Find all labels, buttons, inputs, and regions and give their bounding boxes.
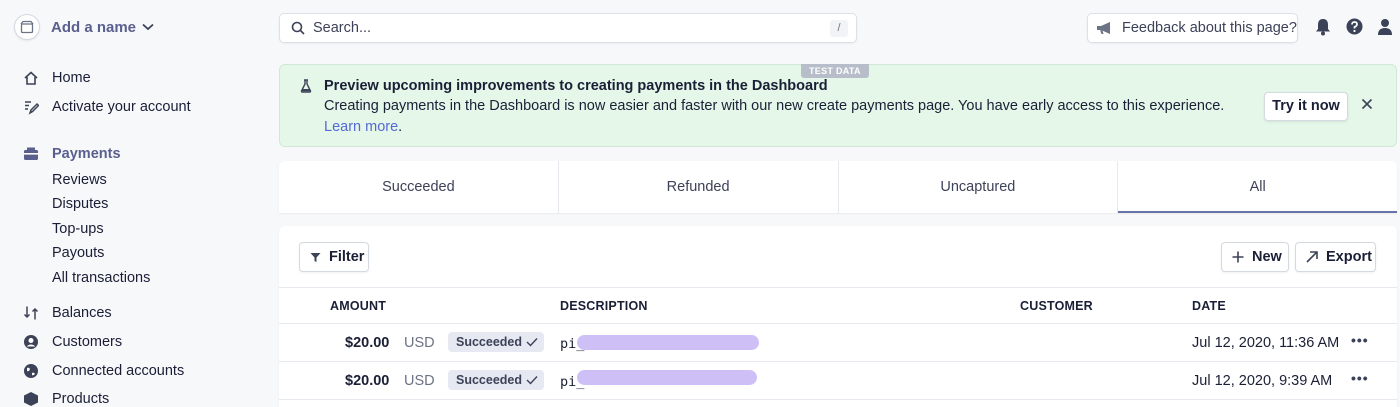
- feedback-label: Feedback about this page?: [1122, 20, 1297, 36]
- search-placeholder: Search...: [313, 20, 372, 36]
- status-badge: Succeeded: [448, 370, 545, 390]
- sidebar-item-products[interactable]: Products: [22, 390, 109, 407]
- balances-icon: [22, 304, 40, 322]
- banner-title: Preview upcoming improvements to creatin…: [324, 78, 828, 94]
- home-icon: [22, 69, 40, 87]
- redacted-text: [577, 335, 759, 350]
- status-label: Succeeded: [456, 335, 523, 349]
- new-label: New: [1252, 249, 1282, 265]
- sidebar-subitem-payouts[interactable]: Payouts: [52, 245, 104, 261]
- amount-value: $20.00: [345, 335, 390, 351]
- bell-icon[interactable]: [1315, 18, 1331, 36]
- column-header-date[interactable]: DATE: [1192, 299, 1226, 313]
- tab-refunded[interactable]: Refunded: [559, 161, 839, 213]
- currency-value: USD: [404, 373, 435, 389]
- banner-text: Creating payments in the Dashboard is no…: [324, 98, 1225, 114]
- date-value: Jul 12, 2020, 9:39 AM: [1192, 373, 1333, 389]
- chevron-down-icon: [142, 23, 154, 31]
- filter-icon: [310, 252, 321, 262]
- store-icon: [14, 14, 40, 40]
- sidebar-subitem-disputes[interactable]: Disputes: [52, 196, 108, 212]
- sidebar-item-label: Activate your account: [52, 99, 191, 115]
- account-name: Add a name: [51, 18, 137, 36]
- filter-label: Filter: [329, 249, 365, 265]
- search-input[interactable]: Search... /: [279, 13, 857, 43]
- search-shortcut-key: /: [830, 20, 848, 37]
- checkmark-icon: [526, 376, 538, 385]
- flask-icon: [300, 79, 312, 93]
- user-icon[interactable]: [1377, 18, 1393, 35]
- pencil-icon: [22, 98, 40, 116]
- globe-icon: [22, 362, 40, 380]
- status-label: Succeeded: [456, 373, 523, 387]
- sidebar-item-connected-accounts[interactable]: Connected accounts: [22, 362, 184, 380]
- more-actions-icon[interactable]: •••: [1351, 332, 1369, 348]
- search-icon: [291, 21, 305, 35]
- column-header-amount[interactable]: AMOUNT: [330, 299, 386, 313]
- export-label: Export: [1326, 249, 1372, 265]
- table-header: [279, 287, 1397, 324]
- sidebar: Add a name Home Activate your account Pa…: [0, 0, 270, 407]
- tab-uncaptured[interactable]: Uncaptured: [839, 161, 1119, 213]
- sidebar-item-customers[interactable]: Customers: [22, 333, 122, 351]
- sidebar-item-label: Balances: [52, 305, 112, 321]
- redacted-text: [577, 370, 757, 385]
- customers-icon: [22, 333, 40, 351]
- payment-status-tabs: Succeeded Refunded Uncaptured All: [279, 161, 1397, 213]
- column-header-customer[interactable]: CUSTOMER: [1020, 299, 1093, 313]
- try-it-now-button[interactable]: Try it now: [1264, 92, 1348, 121]
- sidebar-item-label: Payments: [52, 146, 121, 162]
- sidebar-item-label: Products: [52, 391, 110, 407]
- filter-button[interactable]: Filter: [299, 242, 369, 272]
- column-header-description[interactable]: DESCRIPTION: [560, 299, 648, 313]
- sidebar-subitem-reviews[interactable]: Reviews: [52, 172, 107, 188]
- account-switcher[interactable]: Add a name: [14, 14, 154, 40]
- test-data-badge: TEST DATA: [801, 64, 869, 78]
- tab-all[interactable]: All: [1118, 161, 1397, 213]
- sidebar-item-home[interactable]: Home: [22, 69, 91, 87]
- plus-icon: [1232, 251, 1244, 263]
- products-icon: [22, 390, 40, 407]
- checkmark-icon: [526, 338, 538, 347]
- status-badge: Succeeded: [448, 332, 545, 352]
- learn-more-suffix: .: [398, 119, 403, 135]
- payments-icon: [22, 145, 40, 163]
- help-icon[interactable]: [1346, 18, 1363, 35]
- amount-value: $20.00: [345, 373, 390, 389]
- sidebar-subitem-all-transactions[interactable]: All transactions: [52, 270, 150, 286]
- close-icon[interactable]: [1361, 98, 1373, 110]
- date-value: Jul 12, 2020, 11:36 AM: [1192, 335, 1340, 351]
- sidebar-item-label: Home: [52, 70, 91, 86]
- export-arrow-icon: [1306, 251, 1318, 263]
- export-button[interactable]: Export: [1295, 242, 1376, 272]
- sidebar-item-label: Customers: [52, 334, 123, 350]
- tab-succeeded[interactable]: Succeeded: [279, 161, 559, 213]
- sidebar-subitem-topups[interactable]: Top-ups: [52, 221, 104, 237]
- feedback-button[interactable]: Feedback about this page?: [1087, 13, 1298, 43]
- sidebar-item-label: Connected accounts: [52, 363, 185, 379]
- sidebar-item-payments[interactable]: Payments: [22, 145, 121, 163]
- new-button[interactable]: New: [1221, 242, 1289, 272]
- sidebar-item-activate[interactable]: Activate your account: [22, 98, 191, 116]
- currency-value: USD: [404, 335, 435, 351]
- sidebar-item-balances[interactable]: Balances: [22, 304, 112, 322]
- more-actions-icon[interactable]: •••: [1351, 370, 1369, 386]
- learn-more-link[interactable]: Learn more: [324, 119, 398, 135]
- megaphone-icon: [1097, 22, 1110, 34]
